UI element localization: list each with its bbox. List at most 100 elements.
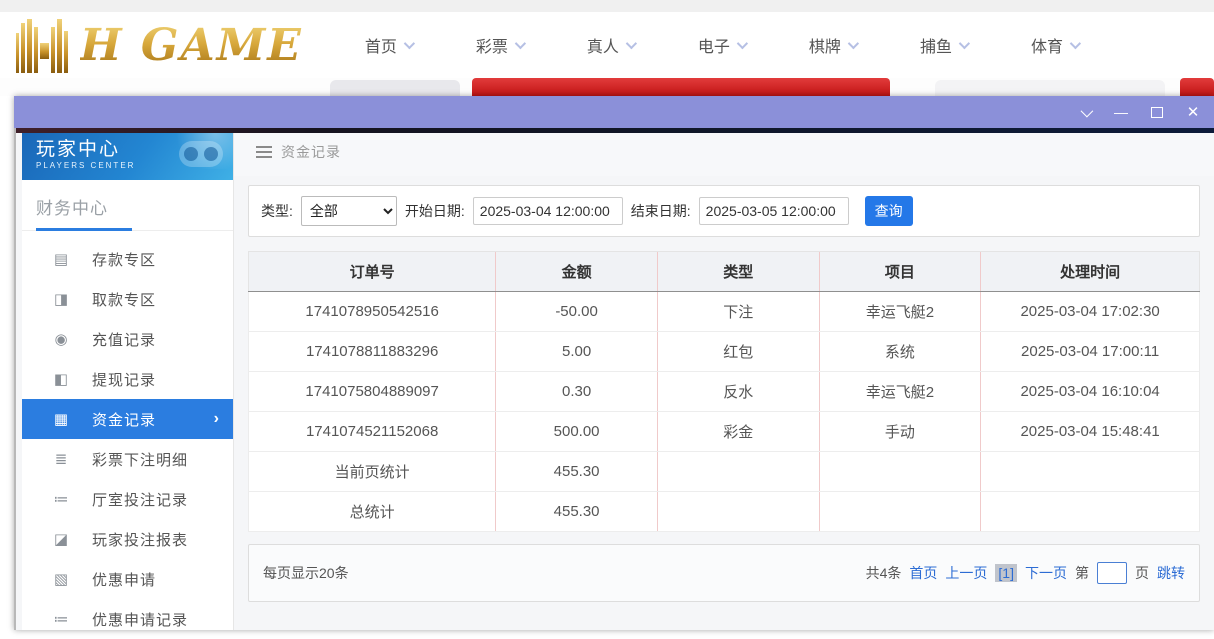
jump-button[interactable]: 跳转 bbox=[1157, 563, 1185, 583]
menu-icon[interactable] bbox=[256, 146, 272, 158]
type-label: 类型: bbox=[261, 201, 293, 221]
banner-red-shape bbox=[1180, 78, 1214, 96]
nav-item-slots[interactable]: 电子 bbox=[698, 33, 745, 57]
promo-icon: ▧ bbox=[52, 570, 70, 588]
chevron-down-icon bbox=[1080, 104, 1093, 117]
table-row: 1741078811883296 5.00 红包 系统 2025-03-04 1… bbox=[249, 332, 1200, 372]
sidebar-item-label: 优惠申请记录 bbox=[92, 609, 188, 630]
gamepad-icon bbox=[179, 141, 223, 167]
nav-label: 真人 bbox=[587, 33, 619, 57]
start-date-label: 开始日期: bbox=[405, 201, 465, 221]
cell-order-id: 1741078811883296 bbox=[249, 332, 496, 372]
page-title: 资金记录 bbox=[281, 142, 341, 162]
sidebar-item-promo-apply[interactable]: ▧ 优惠申请 bbox=[22, 559, 233, 599]
col-order-id: 订单号 bbox=[249, 252, 496, 292]
next-page-link[interactable]: 下一页 bbox=[1025, 563, 1067, 583]
top-strip bbox=[0, 0, 1214, 12]
sidebar-item-funds-records[interactable]: ▦ 资金记录 › bbox=[22, 399, 233, 439]
chevron-down-icon bbox=[515, 38, 526, 49]
nav-item-lottery[interactable]: 彩票 bbox=[476, 33, 523, 57]
first-page-link[interactable]: 首页 bbox=[909, 563, 937, 583]
sidebar-item-label: 存款专区 bbox=[92, 249, 156, 270]
sidebar-header: 玩家中心 PLAYERS CENTER bbox=[22, 133, 233, 180]
end-date-input[interactable] bbox=[699, 197, 849, 225]
sidebar-item-label: 充值记录 bbox=[92, 329, 156, 350]
sidebar-item-label: 提现记录 bbox=[92, 369, 156, 390]
close-button[interactable]: ✕ bbox=[1186, 105, 1200, 119]
nav-label: 捕鱼 bbox=[920, 33, 952, 57]
sidebar-section: 财务中心 bbox=[22, 180, 233, 219]
cell-amount: 5.00 bbox=[496, 332, 658, 372]
maximize-button[interactable] bbox=[1150, 105, 1164, 119]
cell-type: 反水 bbox=[657, 372, 819, 412]
funds-icon: ▦ bbox=[52, 410, 70, 428]
sidebar-item-lottery-bet-details[interactable]: ≣ 彩票下注明细 bbox=[22, 439, 233, 479]
banner-shape bbox=[330, 80, 460, 96]
sidebar-item-hall-bet-records[interactable]: ≔ 厅室投注记录 bbox=[22, 479, 233, 519]
sidebar-item-recharge-records[interactable]: ◉ 充值记录 bbox=[22, 319, 233, 359]
cell-amount: 500.00 bbox=[496, 412, 658, 452]
logo[interactable]: H GAME bbox=[16, 17, 303, 73]
maximize-icon bbox=[1151, 107, 1163, 118]
nav-label: 体育 bbox=[1031, 33, 1063, 57]
col-type: 类型 bbox=[657, 252, 819, 292]
end-date-label: 结束日期: bbox=[631, 201, 691, 221]
start-date-input[interactable] bbox=[473, 197, 623, 225]
banner-red-shape bbox=[472, 78, 890, 96]
nav-label: 棋牌 bbox=[809, 33, 841, 57]
withdraw-icon: ◨ bbox=[52, 290, 70, 308]
total-count: 共4条 bbox=[866, 563, 902, 583]
banner-shape bbox=[935, 80, 1165, 96]
sidebar-item-label: 厅室投注记录 bbox=[92, 489, 188, 510]
minimize-button[interactable]: — bbox=[1114, 105, 1128, 119]
nav-label: 彩票 bbox=[476, 33, 508, 57]
page-jump-input[interactable] bbox=[1097, 562, 1127, 584]
nav-item-live[interactable]: 真人 bbox=[587, 33, 634, 57]
nav-item-home[interactable]: 首页 bbox=[365, 33, 412, 57]
chevron-down-icon bbox=[404, 38, 415, 49]
jump-label-pre: 第 bbox=[1075, 563, 1089, 583]
jump-label-post: 页 bbox=[1135, 563, 1149, 583]
cell-order-id: 1741074521152068 bbox=[249, 412, 496, 452]
cell-time: 2025-03-04 17:02:30 bbox=[981, 292, 1200, 332]
sidebar-item-label: 彩票下注明细 bbox=[92, 449, 188, 470]
table-header-row: 订单号 金额 类型 项目 处理时间 bbox=[249, 252, 1200, 292]
current-page-badge: [1] bbox=[995, 564, 1017, 582]
deposit-icon: ▤ bbox=[52, 250, 70, 268]
cell-time: 2025-03-04 17:00:11 bbox=[981, 332, 1200, 372]
hall-bet-icon: ≔ bbox=[52, 490, 70, 508]
cell-type: 红包 bbox=[657, 332, 819, 372]
cell-time: 2025-03-04 16:10:04 bbox=[981, 372, 1200, 412]
sidebar-item-withdraw-zone[interactable]: ◨ 取款专区 bbox=[22, 279, 233, 319]
sidebar-item-player-bet-report[interactable]: ◪ 玩家投注报表 bbox=[22, 519, 233, 559]
promo-record-icon: ≔ bbox=[52, 610, 70, 628]
collapse-button[interactable] bbox=[1078, 105, 1092, 119]
search-button[interactable]: 查询 bbox=[865, 196, 913, 226]
nav-item-fishing[interactable]: 捕鱼 bbox=[920, 33, 967, 57]
window-titlebar[interactable]: — ✕ bbox=[14, 96, 1214, 128]
cell-amount: 455.30 bbox=[496, 452, 658, 492]
main-nav: 首页 彩票 真人 电子 棋牌 捕鱼 体育 bbox=[365, 33, 1078, 57]
prev-page-link[interactable]: 上一页 bbox=[945, 563, 987, 583]
sidebar-item-deposit-zone[interactable]: ▤ 存款专区 bbox=[22, 239, 233, 279]
col-amount: 金额 bbox=[496, 252, 658, 292]
chevron-down-icon bbox=[626, 38, 637, 49]
chevron-right-icon: › bbox=[214, 410, 219, 428]
sidebar-item-promo-apply-records[interactable]: ≔ 优惠申请记录 bbox=[22, 599, 233, 639]
table-row-page-total: 当前页统计 455.30 bbox=[249, 452, 1200, 492]
cell-amount: -50.00 bbox=[496, 292, 658, 332]
sidebar-item-cashout-records[interactable]: ◧ 提现记录 bbox=[22, 359, 233, 399]
chevron-down-icon bbox=[1070, 38, 1081, 49]
nav-item-chess[interactable]: 棋牌 bbox=[809, 33, 856, 57]
cell-project: 幸运飞艇2 bbox=[819, 372, 981, 412]
col-project: 项目 bbox=[819, 252, 981, 292]
nav-item-sports[interactable]: 体育 bbox=[1031, 33, 1078, 57]
breadcrumb: 资金记录 bbox=[234, 128, 1214, 176]
type-select[interactable]: 全部 bbox=[301, 196, 397, 226]
cashout-icon: ◧ bbox=[52, 370, 70, 388]
cell-label: 当前页统计 bbox=[249, 452, 496, 492]
cell-order-id: 1741078950542516 bbox=[249, 292, 496, 332]
cell-time: 2025-03-04 15:48:41 bbox=[981, 412, 1200, 452]
table-row: 1741078950542516 -50.00 下注 幸运飞艇2 2025-03… bbox=[249, 292, 1200, 332]
section-underline bbox=[22, 228, 233, 231]
